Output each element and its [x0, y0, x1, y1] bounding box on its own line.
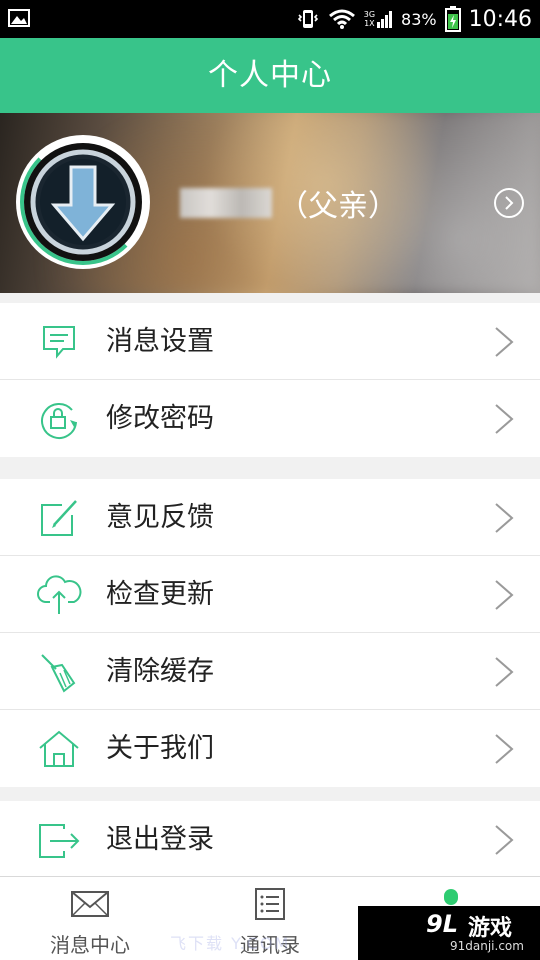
menu-item-about-us[interactable]: 关于我们	[0, 710, 540, 787]
home-icon	[39, 730, 79, 767]
menu-group-account: 消息设置 修改密码	[0, 303, 540, 457]
menu-item-logout[interactable]: 退出登录	[0, 801, 540, 877]
chevron-right-icon	[495, 657, 514, 687]
logout-icon	[39, 824, 80, 858]
status-bar: 3G 1X 83% 10:46	[0, 0, 540, 38]
watermark-brand-name: 游戏	[468, 916, 513, 941]
nickname-blurred	[180, 188, 272, 218]
profile-detail-arrow-icon[interactable]	[494, 188, 524, 218]
menu-item-label: 检查更新	[106, 579, 214, 610]
cloud-upload-icon	[37, 575, 82, 614]
menu-item-feedback[interactable]: 意见反馈	[0, 479, 540, 556]
menu-item-message-settings[interactable]: 消息设置	[0, 303, 540, 380]
menu-item-clear-cache[interactable]: 清除缓存	[0, 633, 540, 710]
menu-item-label: 修改密码	[106, 403, 214, 434]
watermark-brand-badge: 9L 游戏 91danji.com	[358, 906, 540, 960]
menu-group-app: 意见反馈 检查更新 清除缓存 关于我们	[0, 479, 540, 787]
avatar-image	[24, 143, 142, 261]
network-type-top: 3G	[363, 10, 376, 19]
avatar[interactable]	[16, 135, 150, 269]
download-arrow-icon	[30, 149, 136, 255]
tab-label: 消息中心	[50, 933, 130, 957]
tab-message-center[interactable]: 消息中心	[0, 877, 180, 960]
chevron-right-icon	[495, 580, 514, 610]
chevron-right-icon	[495, 404, 514, 434]
user-role: （父亲）	[278, 189, 398, 224]
chevron-right-icon	[495, 825, 514, 855]
mail-icon	[71, 891, 109, 917]
profile-banner[interactable]: （父亲）	[0, 113, 540, 293]
lock-refresh-icon	[41, 403, 77, 439]
contacts-list-icon	[255, 888, 285, 920]
network-type-bottom: 1X	[364, 19, 375, 28]
menu-item-label: 关于我们	[106, 733, 214, 764]
watermark-brand-site: 91danji.com	[450, 939, 524, 953]
menu-item-check-update[interactable]: 检查更新	[0, 556, 540, 633]
watermark-brand-logo: 9L	[426, 910, 458, 938]
network-type: 3G 1X	[364, 10, 393, 28]
signal-icon	[377, 11, 393, 28]
battery-percent: 83%	[401, 9, 437, 29]
menu-item-label: 清除缓存	[106, 656, 214, 687]
user-nickname: （父亲）	[180, 181, 398, 225]
wifi-icon	[328, 9, 355, 29]
page-title: 个人中心	[208, 58, 332, 93]
menu-item-label: 消息设置	[106, 326, 214, 357]
menu-item-change-password[interactable]: 修改密码	[0, 380, 540, 457]
app-header: 个人中心	[0, 38, 540, 113]
gallery-notification-icon	[8, 9, 30, 27]
feedback-edit-icon	[41, 500, 77, 536]
chevron-right-icon	[495, 734, 514, 764]
vibrate-mode-icon	[297, 10, 318, 28]
message-settings-icon	[43, 326, 75, 359]
clock: 10:46	[468, 6, 532, 32]
battery-charging-icon	[444, 6, 461, 32]
broom-icon	[41, 654, 76, 693]
menu-item-label: 意见反馈	[106, 502, 214, 533]
profile-tab-icon	[444, 889, 458, 905]
chevron-right-icon	[495, 327, 514, 357]
menu-item-label: 退出登录	[106, 824, 214, 855]
watermark-ghost-text: 飞下载 Y.COM	[170, 934, 291, 953]
chevron-right-icon	[495, 503, 514, 533]
menu-group-logout: 退出登录	[0, 801, 540, 877]
